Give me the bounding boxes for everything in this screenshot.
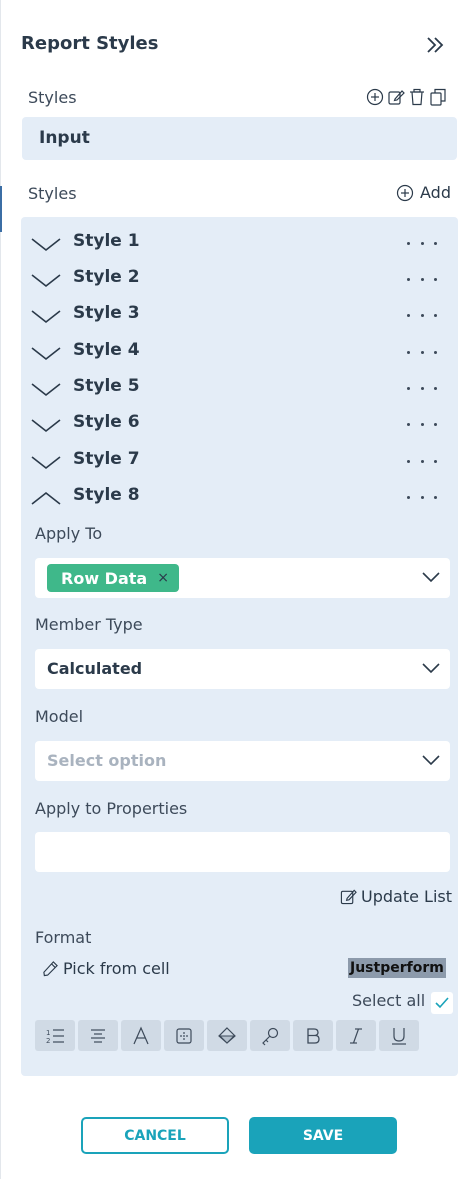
chevron-down-icon	[422, 663, 440, 674]
add-circle-icon	[396, 184, 414, 201]
tag-remove-icon[interactable]: ×	[157, 570, 169, 586]
model-placeholder: Select option	[47, 751, 167, 770]
style-item-name: Style 5	[73, 376, 140, 396]
chevron-down-icon	[31, 347, 61, 361]
save-button[interactable]: SAVE	[249, 1117, 397, 1154]
style-item-name: Style 8	[73, 485, 140, 505]
style-item[interactable]: Style 4	[21, 334, 458, 370]
style-item-expanded[interactable]: Style 8	[21, 479, 458, 515]
style-item-name: Style 4	[73, 340, 140, 360]
chevron-down-icon	[31, 456, 61, 470]
add-style-label: Add	[420, 183, 451, 202]
numbered-list-icon[interactable]: 12	[35, 1020, 75, 1051]
select-all-checkbox[interactable]	[431, 992, 453, 1014]
select-all-label: Select all	[352, 991, 426, 1010]
add-circle-icon[interactable]	[366, 88, 384, 106]
more-options-icon[interactable]	[407, 414, 437, 434]
left-edge-indicator	[0, 186, 2, 232]
double-chevron-right-icon[interactable]	[424, 34, 446, 56]
member-type-label: Member Type	[35, 615, 143, 634]
svg-text:2: 2	[46, 1037, 50, 1045]
apply-to-properties-label: Apply to Properties	[35, 799, 188, 818]
style-item[interactable]: Style 2	[21, 261, 458, 297]
border-icon[interactable]	[164, 1020, 204, 1051]
chevron-down-icon	[31, 274, 61, 288]
tag-label: Row Data	[61, 568, 148, 588]
bold-icon[interactable]	[293, 1020, 333, 1051]
copy-icon[interactable]	[429, 88, 447, 106]
format-toolbar: 12	[35, 1020, 419, 1051]
panel-left-border	[0, 0, 1, 1179]
styles-selector[interactable]: Input	[22, 117, 457, 160]
apply-to-label: Apply To	[35, 524, 103, 543]
more-options-icon[interactable]	[407, 342, 437, 362]
style-item-name: Style 3	[73, 303, 140, 323]
eyedropper-icon	[43, 961, 58, 977]
styles-list: Style 1 Style 2 Style 3 Style 4 Style 5 …	[21, 217, 458, 1076]
styles-selector-label: Styles	[28, 88, 77, 107]
chevron-down-icon	[422, 572, 440, 583]
fill-color-icon[interactable]	[207, 1020, 247, 1051]
model-select[interactable]: Select option	[35, 741, 450, 781]
edit-icon	[340, 889, 357, 905]
format-label: Format	[35, 928, 92, 947]
format-preview[interactable]: Justperform	[348, 958, 446, 978]
apply-to-properties-input[interactable]	[35, 832, 450, 872]
style-item[interactable]: Style 7	[21, 443, 458, 479]
add-style-button[interactable]: Add	[396, 183, 451, 202]
styles-list-label: Styles	[28, 184, 77, 203]
style-item-name: Style 2	[73, 267, 140, 287]
chevron-down-icon	[31, 419, 61, 433]
chevron-down-icon	[31, 310, 61, 324]
style-item-name: Style 7	[73, 449, 140, 469]
update-list-button[interactable]: Update List	[340, 887, 452, 906]
panel-title: Report Styles	[21, 33, 159, 54]
styles-selector-value: Input	[39, 128, 90, 148]
cancel-button[interactable]: CANCEL	[81, 1117, 229, 1154]
delete-icon[interactable]	[408, 88, 426, 106]
more-options-icon[interactable]	[407, 451, 437, 471]
align-center-icon[interactable]	[78, 1020, 118, 1051]
style-item-name: Style 6	[73, 412, 140, 432]
more-options-icon[interactable]	[407, 487, 437, 507]
styles-toolbar	[366, 88, 447, 106]
style-item[interactable]: Style 1	[21, 225, 458, 261]
style-item[interactable]: Style 6	[21, 406, 458, 442]
chevron-down-icon	[31, 238, 61, 252]
edit-icon[interactable]	[387, 88, 405, 106]
style-item[interactable]: Style 5	[21, 370, 458, 406]
key-icon[interactable]	[250, 1020, 290, 1051]
checkmark-icon	[435, 997, 449, 1009]
apply-to-select[interactable]: Row Data ×	[35, 558, 450, 598]
more-options-icon[interactable]	[407, 269, 437, 289]
row-data-tag: Row Data ×	[47, 564, 179, 592]
member-type-value: Calculated	[47, 659, 143, 678]
chevron-up-icon	[31, 491, 61, 505]
chevron-down-icon	[31, 383, 61, 397]
more-options-icon[interactable]	[407, 378, 437, 398]
member-type-select[interactable]: Calculated	[35, 649, 450, 689]
update-list-label: Update List	[361, 887, 452, 906]
font-icon[interactable]	[121, 1020, 161, 1051]
more-options-icon[interactable]	[407, 233, 437, 253]
style-item-name: Style 1	[73, 231, 140, 251]
style-item[interactable]: Style 3	[21, 297, 458, 333]
more-options-icon[interactable]	[407, 305, 437, 325]
svg-text:1: 1	[46, 1029, 50, 1037]
italic-icon[interactable]	[336, 1020, 376, 1051]
pick-from-cell-button[interactable]: Pick from cell	[42, 959, 170, 978]
pick-from-cell-label: Pick from cell	[63, 959, 170, 978]
model-label: Model	[35, 707, 84, 726]
chevron-down-icon	[422, 755, 440, 766]
underline-icon[interactable]	[379, 1020, 419, 1051]
